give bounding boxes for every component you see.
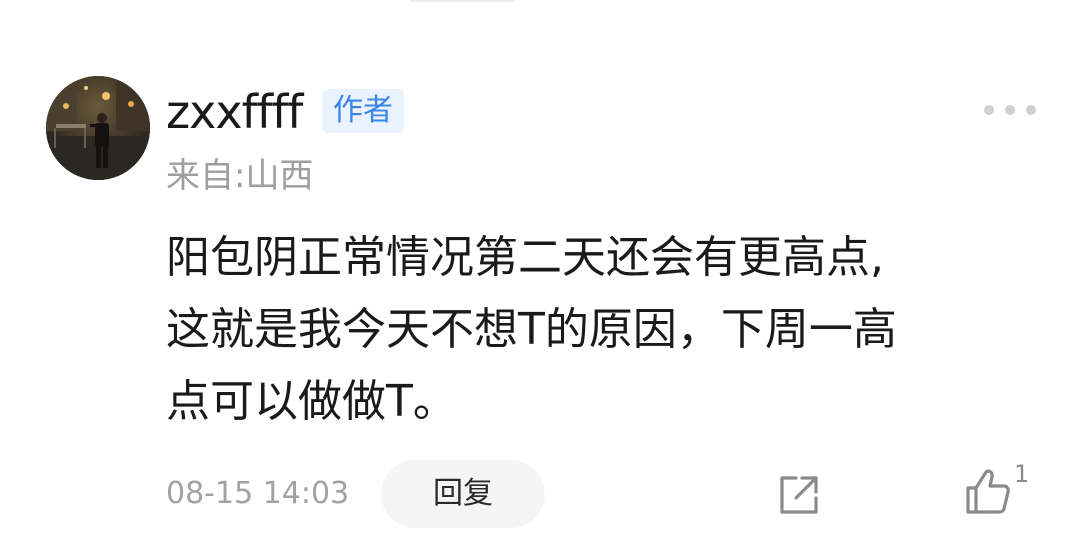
share-external-icon xyxy=(780,476,818,514)
avatar-photo-icon xyxy=(46,76,150,180)
comment-text-line: 这就是我今天不想T的原因，下周一高 xyxy=(166,304,897,355)
comment-text: 阳包阴正常情况第二天还会有更高点, 这就是我今天不想T的原因，下周一高 点可以做… xyxy=(166,222,1046,438)
more-dots-icon xyxy=(1005,105,1015,115)
reply-button[interactable]: 回复 xyxy=(381,460,545,528)
more-dots-icon xyxy=(984,105,994,115)
username[interactable]: zxxffff xyxy=(166,82,303,142)
location-label: 来自:山西 xyxy=(166,156,314,196)
share-button[interactable] xyxy=(776,472,822,518)
timestamp: 08-15 14:03 xyxy=(166,476,350,511)
comment-text-line: 点可以做做T。 xyxy=(166,376,457,427)
comment-card: zxxffff 作者 来自:山西 阳包阴正常情况第二天还会有更高点, 这就是我今… xyxy=(0,0,1080,554)
like-count: 1 xyxy=(1014,460,1030,488)
comment-text-line: 阳包阴正常情况第二天还会有更高点, xyxy=(166,232,884,283)
author-badge: 作者 xyxy=(322,89,404,133)
avatar[interactable] xyxy=(46,76,150,180)
like-button[interactable] xyxy=(962,466,1014,518)
more-options-button[interactable] xyxy=(984,96,1036,124)
drag-handle xyxy=(410,0,515,2)
thumbs-up-icon xyxy=(966,469,1010,514)
more-dots-icon xyxy=(1026,105,1036,115)
